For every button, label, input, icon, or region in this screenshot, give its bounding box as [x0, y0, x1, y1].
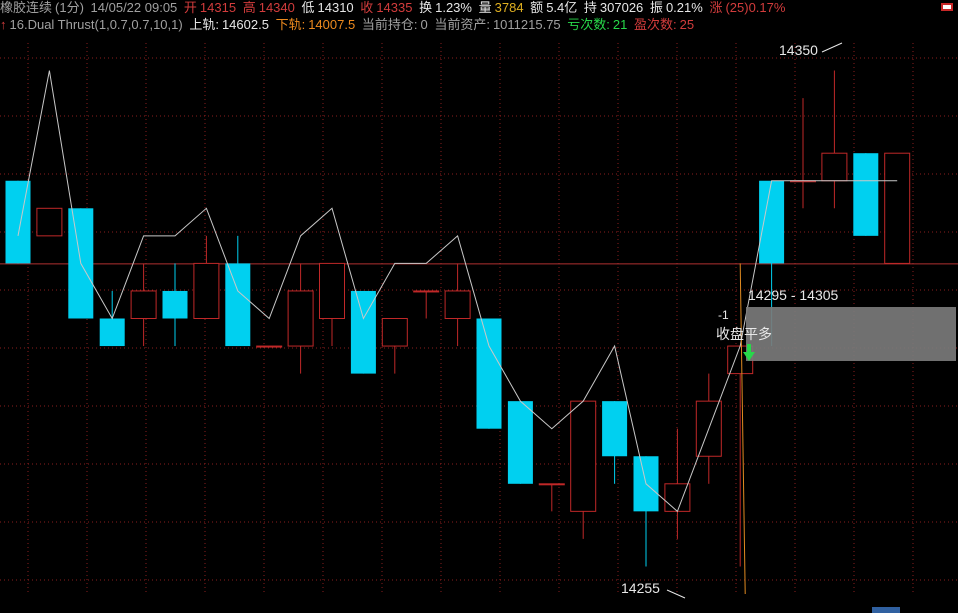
position-label: 当前持仓:: [361, 17, 418, 32]
symbol-name[interactable]: 橡胶连续: [0, 0, 52, 15]
high-label: 高: [242, 0, 256, 15]
lower-label: 下轨:: [275, 17, 306, 32]
candle-body: [602, 401, 628, 457]
indicator-arrow-icon[interactable]: ↑: [0, 17, 7, 32]
signal-value: -1: [718, 308, 729, 322]
close-value: 14335: [376, 0, 413, 15]
candle-body: [884, 152, 911, 264]
candle-body: [413, 290, 440, 293]
candle-body: [36, 207, 63, 237]
change-value: (25)0.17%: [725, 0, 786, 15]
candle-body: [193, 262, 220, 319]
quote-header: 橡胶连续 (1分) 14/05/22 09:05 开 14315 高 14340 低1…: [0, 0, 958, 18]
open-label: 开: [183, 0, 197, 15]
candle-body: [319, 262, 345, 319]
datetime: 14/05/22 09:05: [90, 0, 178, 15]
exit-line: [739, 263, 746, 595]
candle-body: [821, 152, 848, 182]
peak-price-label: 14350: [779, 42, 818, 58]
candle-body: [5, 180, 31, 264]
volume-value: 3784: [494, 0, 524, 15]
upper-value: 14602.5: [221, 17, 269, 32]
candle-body: [99, 318, 125, 347]
oi-value: 307026: [599, 0, 644, 15]
candle-body: [759, 180, 785, 264]
window-toggle-icon[interactable]: [940, 2, 954, 12]
candle-body: [130, 290, 157, 320]
peak-leader-line: [821, 42, 843, 53]
range-label: 14295 - 14305: [748, 287, 839, 303]
position-value: 0: [420, 17, 428, 32]
candle-body: [853, 153, 879, 236]
win-value: 25: [679, 17, 695, 32]
scroll-indicator[interactable]: [872, 607, 900, 613]
volume-label: 量: [478, 0, 492, 15]
assets-label: 当前资产:: [434, 17, 490, 32]
turnover-label: 换: [419, 0, 433, 15]
indicator-bar: ↑ 16.Dual Thrust(1,0.7,0.7,10,1) 上轨: 14602…: [0, 17, 958, 35]
amp-label: 振: [649, 0, 663, 15]
open-value: 14315: [199, 0, 237, 15]
candle-body: [381, 318, 408, 347]
low-value: 14310: [317, 0, 354, 15]
signal-text: 收盘平多: [716, 326, 772, 342]
candle-body: [162, 290, 188, 319]
high-value: 14340: [258, 0, 295, 15]
indicator-name[interactable]: 16.Dual Thrust(1,0.7,0.7,10,1): [10, 17, 183, 32]
lower-value: 14007.5: [308, 17, 356, 32]
candle-body: [225, 263, 251, 347]
trough-price-label: 14255: [621, 580, 660, 596]
upper-label: 上轨:: [189, 17, 219, 32]
change-label: 涨: [709, 0, 723, 15]
candle-body: [476, 318, 502, 429]
loss-label: 亏次数:: [567, 17, 610, 32]
turnover-value: 1.23%: [435, 0, 472, 15]
loss-value: 21: [612, 17, 628, 32]
candle-body: [538, 483, 565, 486]
win-label: 盈次数:: [634, 17, 677, 32]
candle-body: [570, 400, 597, 512]
close-label: 收: [360, 0, 374, 15]
candle-body: [287, 290, 314, 347]
sell-signal-arrow-icon: [743, 344, 755, 361]
trough-leader-line: [666, 589, 686, 599]
oi-label: 持: [583, 0, 597, 15]
amount-value: 5.4亿: [546, 0, 578, 15]
candle-body: [444, 290, 471, 320]
signal-tooltip: [746, 307, 956, 361]
interval[interactable]: (1分): [55, 0, 84, 15]
low-label: 低: [301, 0, 315, 15]
amount-label: 额: [530, 0, 544, 15]
assets-value: 1011215.75: [492, 17, 561, 32]
candle-body: [507, 401, 533, 484]
amp-value: 0.21%: [665, 0, 703, 15]
candle-body: [256, 345, 283, 348]
